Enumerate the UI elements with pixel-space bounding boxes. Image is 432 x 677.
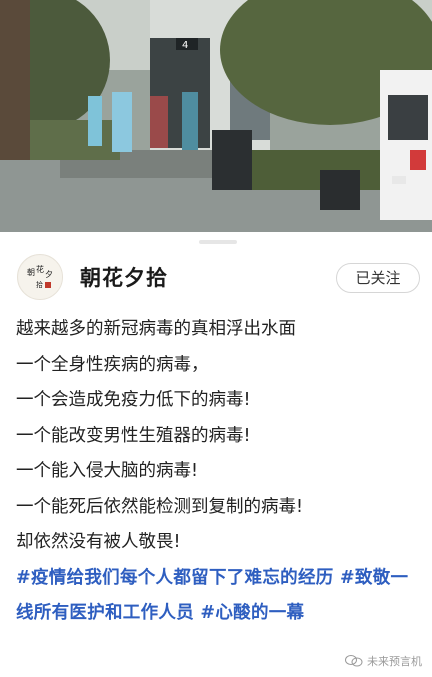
- watermark: 未来预言机: [345, 653, 422, 669]
- author-name[interactable]: 朝花夕拾: [80, 262, 168, 292]
- post-line: 一个能入侵大脑的病毒!: [16, 461, 199, 481]
- svg-text:花: 花: [36, 264, 44, 274]
- svg-text:夕: 夕: [45, 269, 53, 279]
- building-number: 4: [182, 40, 188, 51]
- follow-button[interactable]: 已关注: [336, 263, 420, 293]
- post-line: 一个能死后依然能检测到复制的病毒!: [16, 496, 304, 517]
- watermark-text: 未来预言机: [367, 655, 422, 668]
- post-photo[interactable]: 4: [0, 0, 432, 232]
- post-line: 一个全身性疾病的病毒，: [16, 354, 209, 375]
- wechat-icon: [345, 655, 363, 667]
- post-hashtags[interactable]: #疫情给我们每个人都留下了难忘的经历 #致敬一线所有医护和工作人员 #心酸的一幕: [16, 561, 420, 632]
- svg-text:朝: 朝: [27, 268, 35, 277]
- post-line: 一个会造成免疫力低下的病毒!: [16, 390, 251, 410]
- post-line: 却依然没有被人敬畏!: [16, 532, 181, 552]
- post-line: 越来越多的新冠病毒的真相浮出水面: [16, 319, 296, 339]
- post-body: 越来越多的新冠病毒的真相浮出水面 一个全身性疾病的病毒， 一个会造成免疫力低下的…: [16, 312, 420, 632]
- drag-handle[interactable]: [199, 240, 237, 244]
- post-card: 朝 花 夕 拾 朝花夕拾 已关注 越来越多的新冠病毒的真相浮出水面 一个全身性疾…: [0, 232, 432, 677]
- post-line: 一个能改变男性生殖器的病毒!: [16, 425, 251, 446]
- svg-text:拾: 拾: [36, 280, 43, 289]
- author-avatar[interactable]: 朝 花 夕 拾: [17, 254, 63, 300]
